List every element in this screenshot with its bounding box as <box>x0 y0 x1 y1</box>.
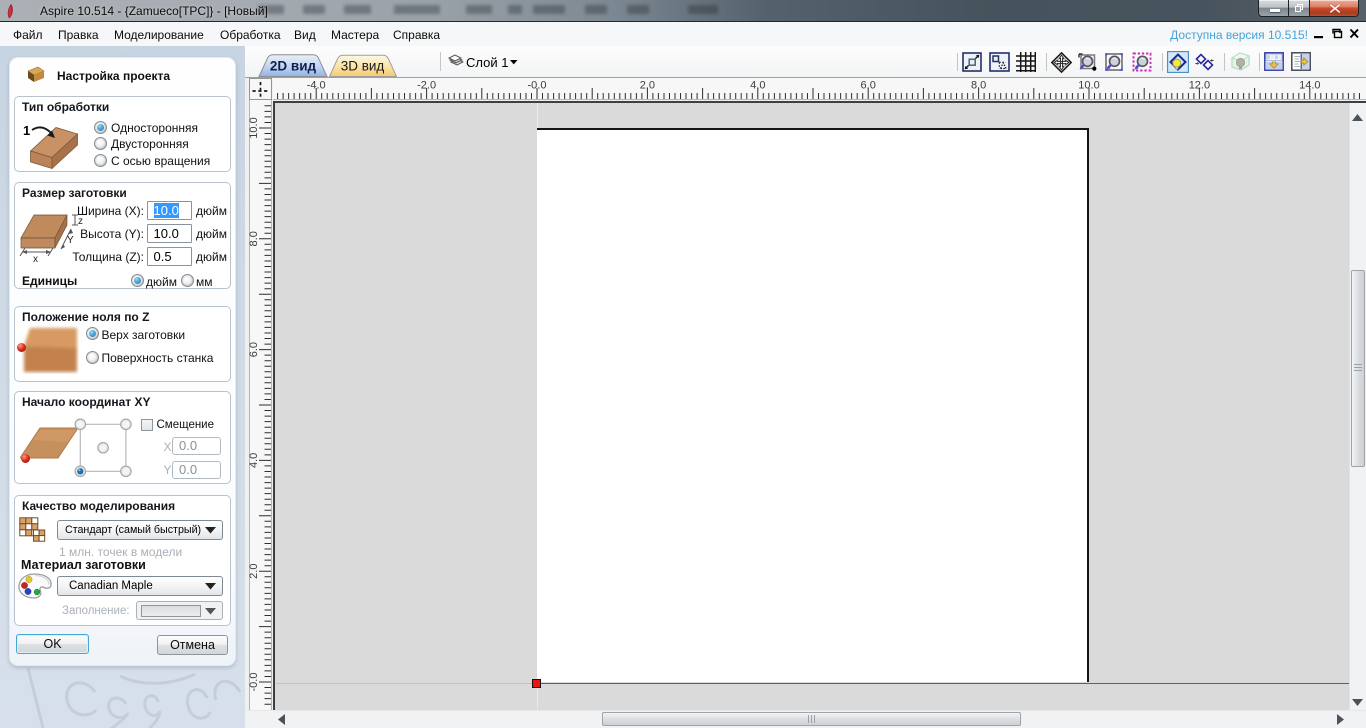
svg-text:6.0: 6.0 <box>249 342 260 357</box>
svg-text:-0.0: -0.0 <box>249 673 260 692</box>
svg-text:1: 1 <box>23 123 30 138</box>
svg-text:x: x <box>33 254 38 265</box>
svg-text:2.0: 2.0 <box>249 564 260 579</box>
svg-text:Y: Y <box>67 235 74 246</box>
svg-text:4.0: 4.0 <box>249 453 260 468</box>
svg-text:2D вид: 2D вид <box>270 59 317 74</box>
svg-text:3D вид: 3D вид <box>341 59 385 74</box>
svg-text:8.0: 8.0 <box>249 231 260 246</box>
svg-text:10.0: 10.0 <box>249 117 260 138</box>
